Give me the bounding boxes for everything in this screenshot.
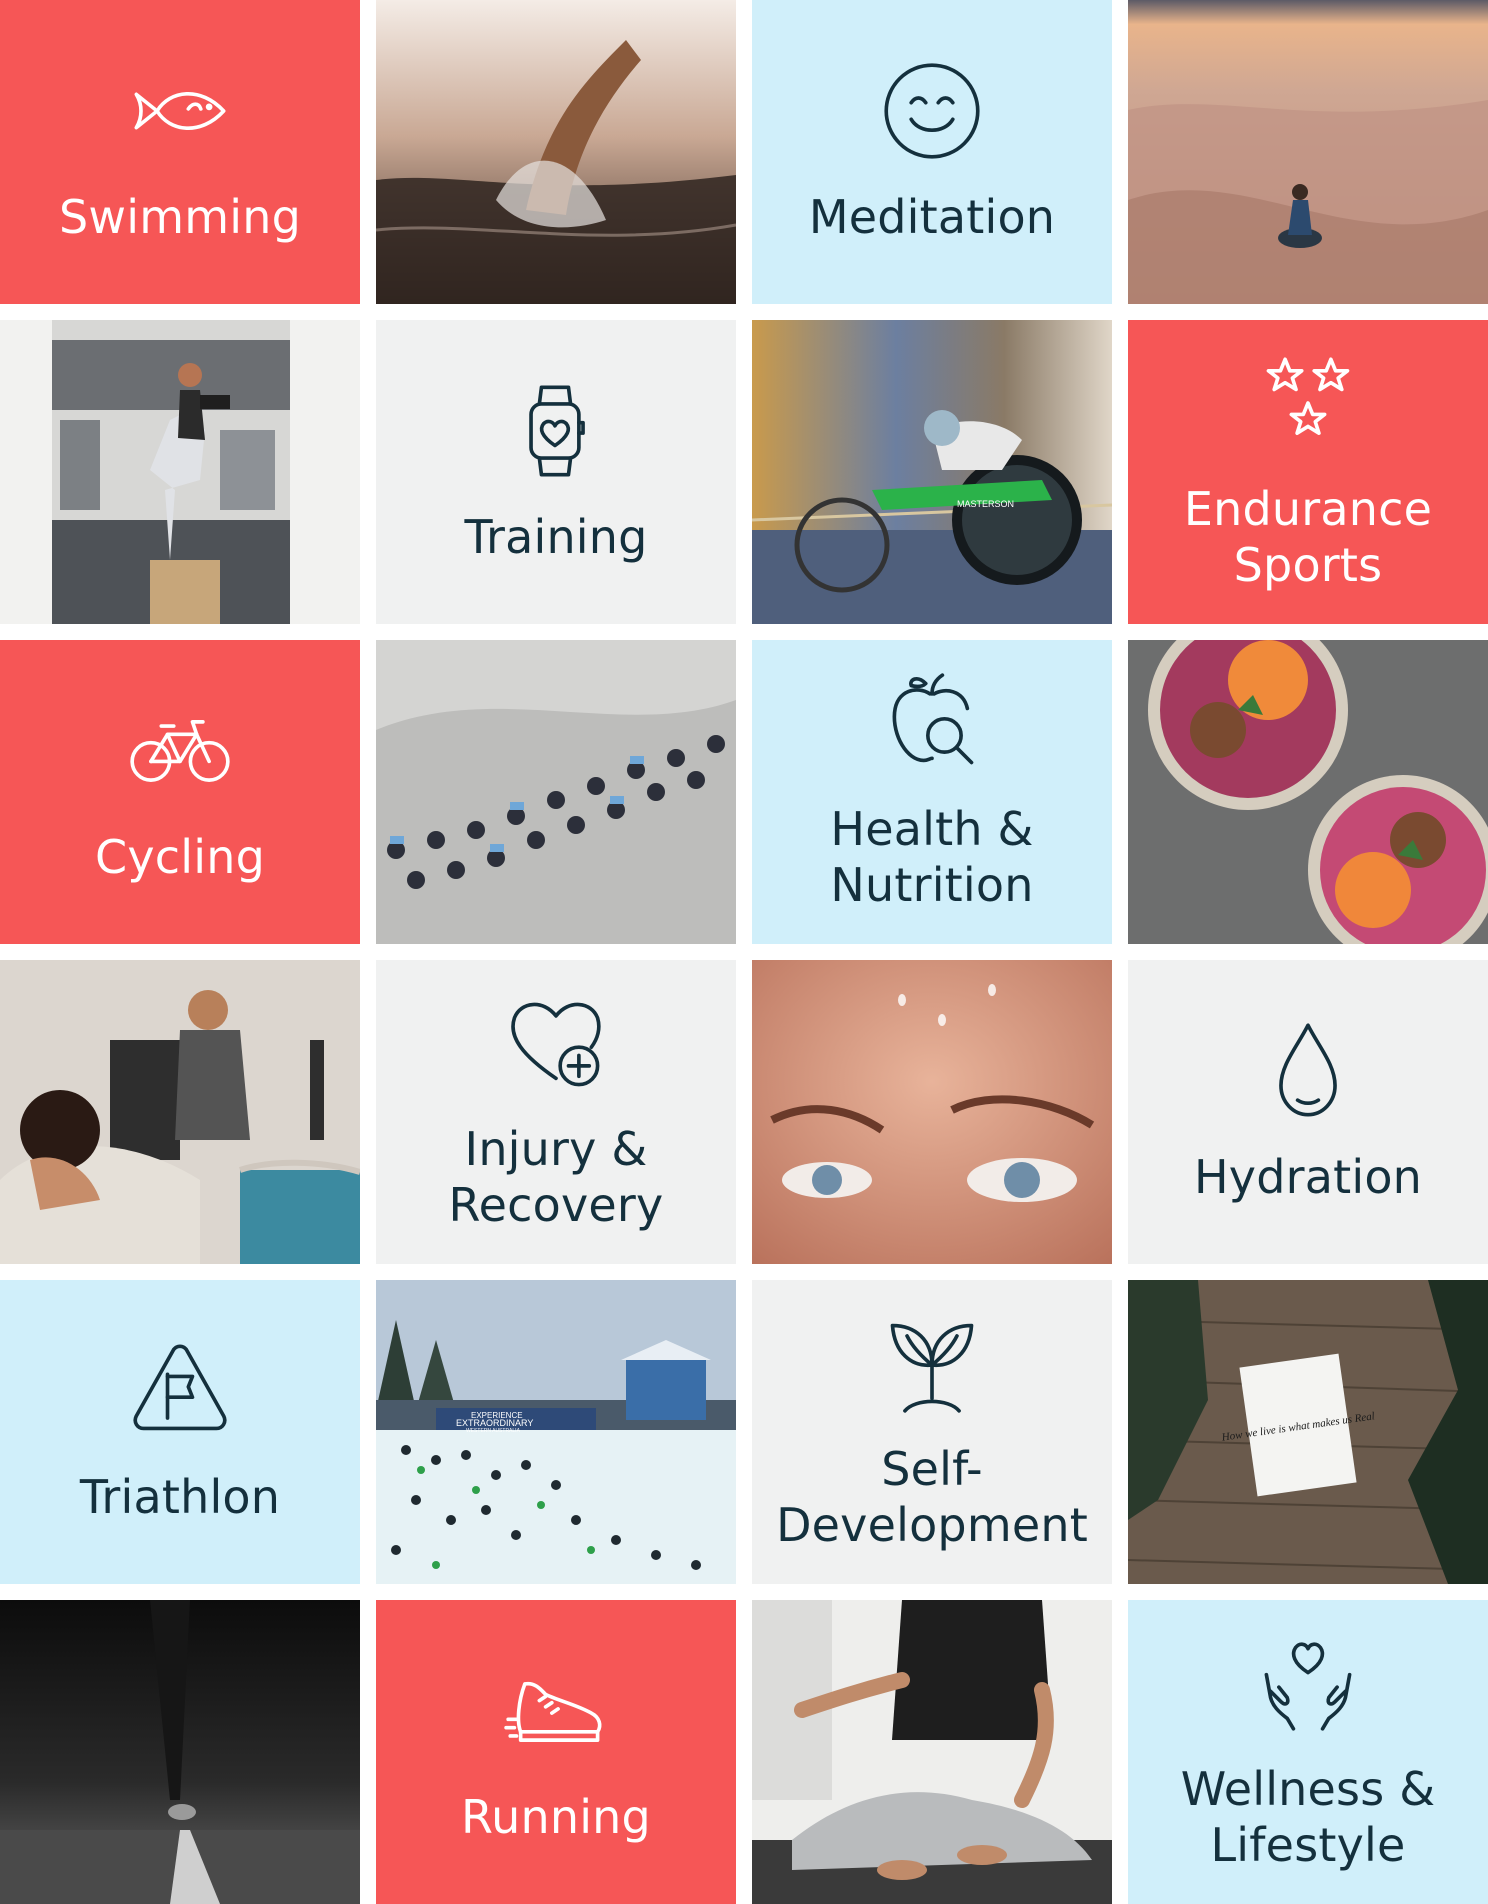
- photo-note-card: How we live is what makes us Real: [1128, 1280, 1488, 1584]
- tile-swimming[interactable]: Swimming: [0, 0, 360, 304]
- triangle-flag-icon: [128, 1339, 232, 1443]
- tile-label: Self- Development: [776, 1442, 1088, 1552]
- tile-label: Meditation: [808, 190, 1056, 244]
- tile-label: Wellness & Lifestyle: [1180, 1762, 1436, 1872]
- apple-magnifier-icon: [880, 671, 984, 775]
- photo-gym: [0, 320, 360, 624]
- tile-label: Running: [461, 1790, 651, 1844]
- tile-label: Training: [464, 510, 648, 564]
- tile-label: Cycling: [95, 830, 265, 884]
- tile-cycling[interactable]: Cycling: [0, 640, 360, 944]
- bicycle-icon: [128, 699, 232, 803]
- fish-icon: [128, 59, 232, 163]
- tile-triathlon[interactable]: Triathlon: [0, 1280, 360, 1584]
- photo-sweaty-face: [752, 960, 1112, 1264]
- tile-label: Injury & Recovery: [448, 1122, 664, 1232]
- tile-endurance-sports[interactable]: Endurance Sports: [1128, 320, 1488, 624]
- tile-hydration[interactable]: Hydration: [1128, 960, 1488, 1264]
- tile-training[interactable]: Training: [376, 320, 736, 624]
- running-shoe-icon: [504, 1659, 608, 1763]
- category-grid: Swimming Meditation Training MASTERSON E…: [0, 0, 1488, 1904]
- tile-label: Swimming: [59, 190, 301, 244]
- tile-meditation[interactable]: Meditation: [752, 0, 1112, 304]
- photo-runner-road: [0, 1600, 360, 1904]
- tile-running[interactable]: Running: [376, 1600, 736, 1904]
- photo-desert: [1128, 0, 1488, 304]
- smiley-face-icon: [880, 59, 984, 163]
- heart-plus-icon: [504, 991, 608, 1095]
- tile-injury-recovery[interactable]: Injury & Recovery: [376, 960, 736, 1264]
- smartwatch-heart-icon: [504, 379, 608, 483]
- tile-label: Hydration: [1193, 1150, 1423, 1204]
- photo-wheelchair-racer: MASTERSON: [752, 320, 1112, 624]
- tile-self-development[interactable]: Self- Development: [752, 1280, 1112, 1584]
- tile-wellness-lifestyle[interactable]: Wellness & Lifestyle: [1128, 1600, 1488, 1904]
- hands-heart-icon: [1256, 1631, 1360, 1735]
- photo-swimmer: [376, 0, 736, 304]
- wheelchair-text: MASTERSON: [957, 499, 1014, 509]
- banner-line3: WESTERN AUSTRALIA: [466, 1428, 521, 1434]
- photo-triathlon-start: EXPERIENCE EXTRAORDINARY WESTERN AUSTRAL…: [376, 1280, 736, 1584]
- three-stars-icon: [1256, 351, 1360, 455]
- tile-label: Triathlon: [79, 1470, 281, 1524]
- water-drop-icon: [1256, 1019, 1360, 1123]
- photo-yoga-pose: [752, 1600, 1112, 1904]
- photo-massage: [0, 960, 360, 1264]
- tile-label: Health & Nutrition: [830, 802, 1034, 912]
- photo-smoothie-bowls: [1128, 640, 1488, 944]
- tile-label: Endurance Sports: [1183, 482, 1433, 592]
- sprout-icon: [880, 1311, 984, 1415]
- tile-health-nutrition[interactable]: Health & Nutrition: [752, 640, 1112, 944]
- banner-line2: EXTRAORDINARY: [456, 1418, 533, 1428]
- photo-cyclists: [376, 640, 736, 944]
